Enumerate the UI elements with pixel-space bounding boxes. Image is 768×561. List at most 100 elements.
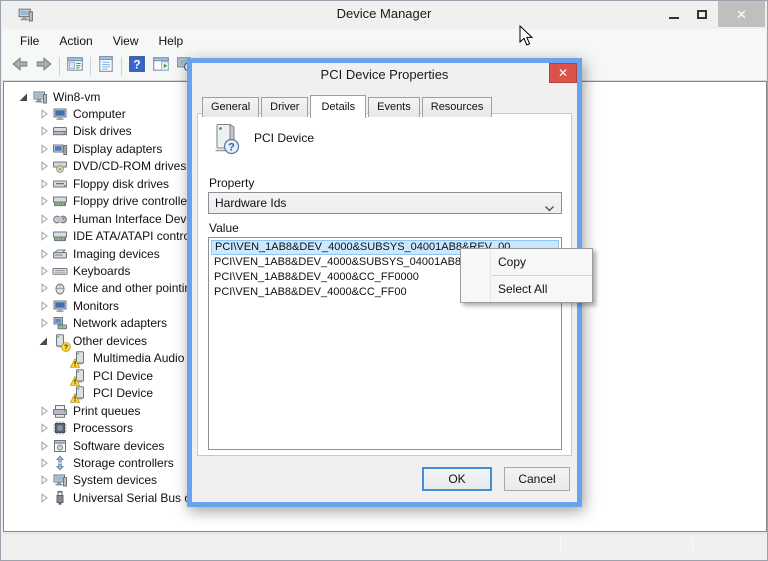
window-title: Device Manager xyxy=(336,6,432,21)
expand-arrow-icon[interactable] xyxy=(36,141,52,157)
tree-item-human-interface-devices[interactable]: Human Interface Devices xyxy=(36,210,208,227)
context-menu-item-copy[interactable]: Copy xyxy=(461,251,592,273)
expand-arrow-icon[interactable] xyxy=(36,263,52,279)
properties-icon xyxy=(97,55,115,78)
dialog-close-button[interactable]: ✕ xyxy=(549,63,577,83)
warning-badge-icon xyxy=(69,357,81,368)
close-button[interactable]: ✕ xyxy=(718,1,765,27)
tree-item-label: Other devices xyxy=(73,333,148,348)
svg-text:?: ? xyxy=(133,58,140,72)
ok-button[interactable]: OK xyxy=(422,467,492,491)
expand-arrow-icon[interactable] xyxy=(36,438,52,454)
tab-driver[interactable]: Driver xyxy=(261,97,309,117)
tree-item-system-devices[interactable]: System devices xyxy=(36,472,157,489)
device-icon xyxy=(69,385,88,403)
tree-item-keyboards[interactable]: Keyboards xyxy=(36,263,130,280)
collapse-arrow-icon[interactable] xyxy=(36,333,52,349)
statusbar-divider xyxy=(692,537,693,552)
toolbar-properties-button[interactable] xyxy=(94,56,118,78)
back-icon xyxy=(11,55,29,78)
tree-item-label: System devices xyxy=(73,473,158,488)
expand-arrow-icon[interactable] xyxy=(36,106,52,122)
expand-arrow-icon[interactable] xyxy=(36,280,52,296)
toolbar-console-tree-button[interactable] xyxy=(63,56,87,78)
tree-item-ide-ata-atapi-controllers[interactable]: IDE ATA/ATAPI controllers xyxy=(36,228,212,245)
expand-arrow-icon[interactable] xyxy=(36,472,52,488)
usb-icon xyxy=(52,490,68,506)
tree-item-monitors[interactable]: Monitors xyxy=(36,297,119,314)
expand-arrow-icon[interactable] xyxy=(36,490,52,506)
expand-arrow-icon[interactable] xyxy=(36,123,52,139)
titlebar: Device Manager ✕ xyxy=(1,1,767,29)
maximize-icon xyxy=(697,9,707,19)
property-dropdown[interactable]: Hardware Ids xyxy=(208,192,562,214)
tree-item-pci-device[interactable]: PCI Device xyxy=(56,367,153,386)
menu-item-help[interactable]: Help xyxy=(149,30,194,52)
controller-icon xyxy=(52,228,68,244)
monitor-icon xyxy=(52,298,68,314)
menu-item-action[interactable]: Action xyxy=(49,30,102,52)
console-tree-icon xyxy=(66,55,84,78)
collapse-arrow-icon[interactable] xyxy=(16,89,32,105)
expand-arrow-icon[interactable] xyxy=(36,176,52,192)
tree-item-floppy-disk-drives[interactable]: Floppy disk drives xyxy=(36,175,169,192)
floppy-icon xyxy=(52,176,68,192)
tree-item-display-adapters[interactable]: Display adapters xyxy=(36,140,162,157)
tree-item-disk-drives[interactable]: Disk drives xyxy=(36,123,132,140)
maximize-button[interactable] xyxy=(689,1,715,27)
expand-arrow-icon[interactable] xyxy=(36,403,52,419)
tree-item-floppy-drive-controllers[interactable]: Floppy drive controllers xyxy=(36,193,197,210)
statusbar-divider xyxy=(560,537,561,552)
tree-item-dvd-cd-rom-drives[interactable]: DVD/CD-ROM drives xyxy=(36,158,186,175)
tree-item-label: Software devices xyxy=(73,438,165,453)
toolbar-back-button[interactable] xyxy=(8,56,32,78)
expand-arrow-icon[interactable] xyxy=(36,298,52,314)
tree-item-print-queues[interactable]: Print queues xyxy=(36,402,140,419)
expand-arrow-icon[interactable] xyxy=(36,455,52,471)
tree-item-computer[interactable]: Computer xyxy=(36,105,126,122)
tab-resources[interactable]: Resources xyxy=(421,97,493,117)
property-dropdown-value: Hardware Ids xyxy=(215,196,287,210)
tree-item-storage-controllers[interactable]: Storage controllers xyxy=(36,454,174,471)
expand-arrow-icon[interactable] xyxy=(36,246,52,262)
processor-icon xyxy=(52,420,68,436)
action-pane-icon xyxy=(152,55,170,78)
context-menu-item-select-all[interactable]: Select All xyxy=(461,278,592,300)
tree-item-label: Floppy drive controllers xyxy=(73,194,198,209)
dvd-icon xyxy=(52,158,68,174)
tree-item-imaging-devices[interactable]: Imaging devices xyxy=(36,245,160,262)
menu-item-file[interactable]: File xyxy=(10,30,49,52)
expand-arrow-icon[interactable] xyxy=(36,211,52,227)
device-icon xyxy=(69,350,88,368)
expand-arrow-icon[interactable] xyxy=(36,228,52,244)
tree-item-win8-vm[interactable]: Win8-vm xyxy=(16,88,100,105)
tree-item-label: Win8-vm xyxy=(53,89,101,104)
expand-arrow-icon[interactable] xyxy=(36,158,52,174)
toolbar-action-pane-button[interactable] xyxy=(149,56,173,78)
toolbar-help-button[interactable]: ? xyxy=(125,56,149,78)
tab-general[interactable]: General xyxy=(202,97,260,117)
network-icon xyxy=(52,315,68,331)
menu-item-view[interactable]: View xyxy=(103,30,149,52)
computer-icon xyxy=(52,472,68,488)
context-menu-separator xyxy=(492,275,592,276)
tree-item-pci-device[interactable]: PCI Device xyxy=(56,385,153,403)
tree-item-processors[interactable]: Processors xyxy=(36,420,133,437)
expand-arrow-icon[interactable] xyxy=(36,193,52,209)
expand-arrow-icon[interactable] xyxy=(36,420,52,436)
close-icon: ✕ xyxy=(557,66,569,80)
minimize-button[interactable] xyxy=(661,1,687,27)
tree-item-label: Computer xyxy=(73,106,126,121)
cancel-button[interactable]: Cancel xyxy=(504,467,570,491)
chevron-down-icon xyxy=(545,201,554,215)
expand-arrow-icon[interactable] xyxy=(36,315,52,331)
toolbar-forward-button[interactable] xyxy=(32,56,56,78)
tab-details[interactable]: Details xyxy=(310,95,367,118)
tree-item-label: Disk drives xyxy=(73,124,132,139)
display-icon xyxy=(52,141,68,157)
tree-item-network-adapters[interactable]: Network adapters xyxy=(36,315,167,332)
controller-icon xyxy=(52,193,68,209)
tree-item-software-devices[interactable]: Software devices xyxy=(36,437,164,454)
tab-events[interactable]: Events xyxy=(368,97,420,117)
tree-item-other-devices[interactable]: ? Other devices xyxy=(36,332,148,351)
